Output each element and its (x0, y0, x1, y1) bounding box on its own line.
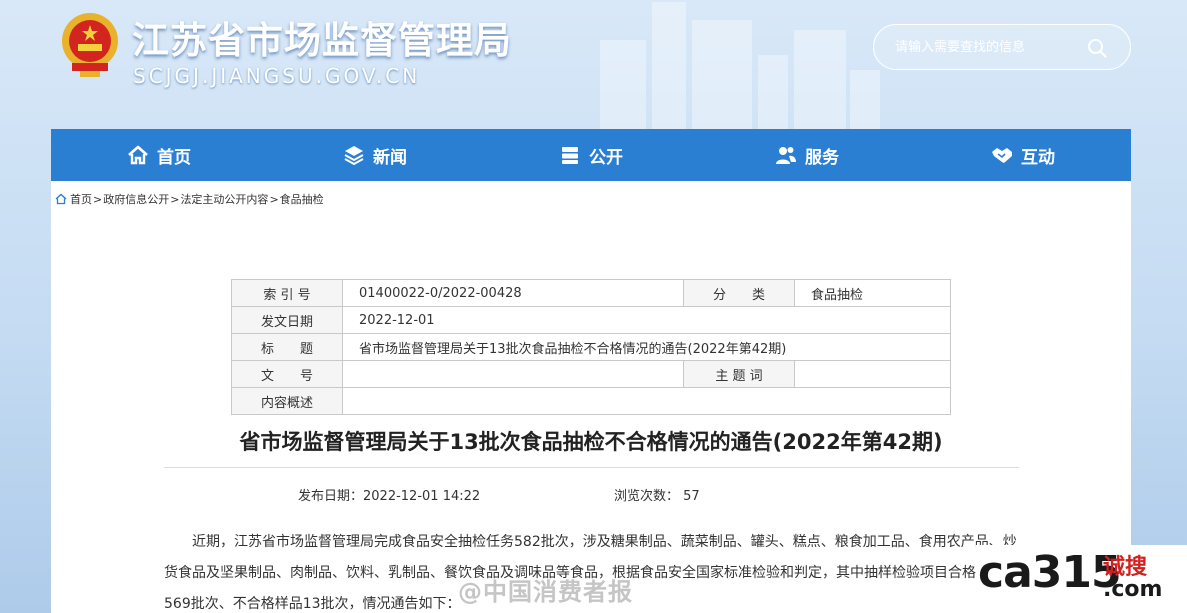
layers-icon (344, 146, 364, 166)
national-emblem-icon (62, 13, 118, 77)
index-label: 索 引 号 (231, 279, 343, 307)
breadcrumb-separator: > (93, 192, 103, 206)
handshake-icon (992, 148, 1012, 163)
divider (164, 467, 1019, 468)
breadcrumb-separator: > (269, 192, 279, 206)
meta-row: 发文日期 2022-12-01 (231, 306, 951, 334)
nav-label: 公开 (589, 147, 623, 168)
docno-label: 文 号 (231, 360, 343, 388)
home-icon (128, 145, 148, 165)
publish-label: 发布日期： (298, 489, 364, 504)
category-label: 分 类 (683, 279, 795, 307)
publish-value: 2022-12-01 14:22 (363, 489, 481, 504)
content-panel: 首页 > 政府信息公开 > 法定主动公开内容 > 食品抽检 索 引 号 0140… (51, 181, 1131, 613)
date-label: 发文日期 (231, 306, 343, 334)
category-value: 食品抽检 (794, 279, 951, 307)
documents-icon (562, 147, 578, 164)
summary-label: 内容概述 (231, 387, 343, 415)
nav-label: 首页 (157, 147, 191, 168)
nav-item-news[interactable]: 新闻 (267, 129, 483, 181)
watermark-logo-main: ca315 (978, 547, 1122, 598)
home-icon (55, 193, 67, 205)
breadcrumb-item-home[interactable]: 首页 (70, 191, 92, 207)
views-value: 57 (683, 489, 700, 504)
publish-date: 发布日期：2022-12-01 14:22 (298, 485, 480, 504)
users-icon (776, 147, 796, 164)
breadcrumb-item-statutory[interactable]: 法定主动公开内容 (180, 191, 268, 207)
search-icon[interactable] (1086, 37, 1108, 59)
breadcrumb-item-gov-info[interactable]: 政府信息公开 (103, 191, 169, 207)
article-title: 省市场监督管理局关于13批次食品抽检不合格情况的通告(2022年第42期) (239, 430, 943, 454)
keywords-label: 主 题 词 (683, 360, 795, 388)
view-count: 浏览次数： 57 (614, 485, 700, 504)
watermark-logo: ca315 诚搜 .com (976, 545, 1187, 613)
breadcrumb: 首页 > 政府信息公开 > 法定主动公开内容 > 食品抽检 (55, 191, 324, 207)
breadcrumb-item-food-inspection[interactable]: 食品抽检 (280, 191, 324, 207)
watermark-logo-com: .com (1103, 577, 1163, 602)
keywords-value (794, 360, 951, 388)
docno-value (342, 360, 684, 388)
meta-row: 文 号 主 题 词 (231, 360, 951, 388)
views-label: 浏览次数： (614, 489, 680, 504)
date-value: 2022-12-01 (342, 306, 951, 334)
index-value: 01400022-0/2022-00428 (342, 279, 684, 307)
search-box (873, 24, 1131, 70)
site-domain: SCJGJ.JIANGSU.GOV.CN (133, 64, 421, 88)
nav-item-interact[interactable]: 互动 (915, 129, 1131, 181)
nav-item-service[interactable]: 服务 (699, 129, 915, 181)
meta-row: 内容概述 (231, 387, 951, 415)
nav-item-open[interactable]: 公开 (483, 129, 699, 181)
summary-value (342, 387, 951, 415)
nav-item-home[interactable]: 首页 (51, 129, 267, 181)
meta-row: 标 题 省市场监督管理局关于13批次食品抽检不合格情况的通告(2022年第42期… (231, 333, 951, 361)
nav-label: 服务 (805, 147, 839, 168)
document-meta-table: 索 引 号 01400022-0/2022-00428 分 类 食品抽检 发文日… (231, 279, 951, 415)
nav-label: 互动 (1021, 147, 1055, 168)
breadcrumb-separator: > (170, 192, 180, 206)
meta-row: 索 引 号 01400022-0/2022-00428 分 类 食品抽检 (231, 279, 951, 307)
title-value: 省市场监督管理局关于13批次食品抽检不合格情况的通告(2022年第42期) (342, 333, 951, 361)
search-input[interactable] (895, 36, 1085, 58)
title-label: 标 题 (231, 333, 343, 361)
watermark-text: @中国消费者报 (458, 578, 633, 606)
city-skyline-decoration (560, 0, 890, 130)
main-nav: 首页 新闻 公开 服务 互动 (51, 129, 1131, 181)
site-title: 江苏省市场监督管理局 (132, 19, 512, 62)
nav-label: 新闻 (373, 147, 407, 168)
